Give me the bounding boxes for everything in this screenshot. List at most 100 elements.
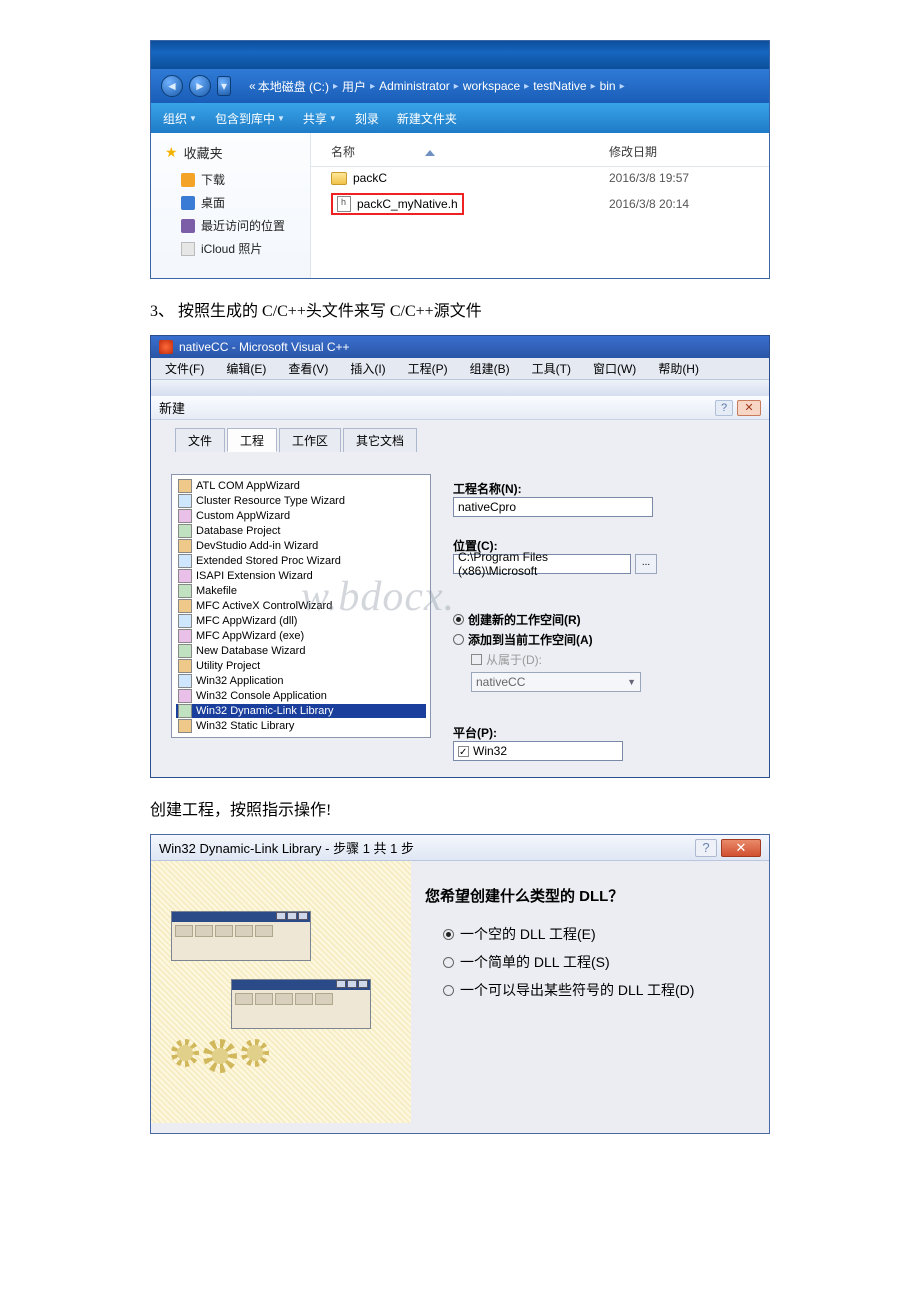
radio-icon xyxy=(443,929,454,940)
close-icon[interactable]: ✕ xyxy=(721,839,761,857)
gear-icon xyxy=(203,1039,237,1073)
list-item-selected[interactable]: Win32 Dynamic-Link Library xyxy=(176,704,426,718)
list-item[interactable]: ISAPI Extension Wizard xyxy=(176,569,426,583)
vcpp-menubar[interactable]: 文件(F) 编辑(E) 查看(V) 插入(I) 工程(P) 组建(B) 工具(T… xyxy=(151,358,769,380)
help-icon[interactable]: ? xyxy=(715,400,733,416)
list-item[interactable]: Database Project xyxy=(176,524,426,538)
radio-empty-dll[interactable]: 一个空的 DLL 工程(E) xyxy=(443,924,755,944)
explorer-titlebar xyxy=(151,41,769,69)
vcpp-toolbar xyxy=(151,380,769,396)
menu-edit[interactable]: 编辑(E) xyxy=(218,358,274,379)
nav-icloud[interactable]: iCloud 照片 xyxy=(165,237,302,260)
menu-window[interactable]: 窗口(W) xyxy=(585,358,644,379)
platform-list[interactable]: Win32 xyxy=(453,741,623,761)
list-item[interactable]: Win32 Console Application xyxy=(176,689,426,703)
wizard-icon xyxy=(178,494,192,508)
tab-file[interactable]: 文件 xyxy=(175,428,225,452)
wizard-icon xyxy=(178,689,192,703)
col-name-header: 名称 xyxy=(331,143,609,160)
list-item[interactable]: Win32 Static Library xyxy=(176,719,426,733)
instruction-3: 3、 按照生成的 C/C++头文件来写 C/C++源文件 xyxy=(150,297,770,321)
star-icon: ★ xyxy=(165,144,178,161)
mock-window-icon xyxy=(231,979,371,1029)
highlighted-file: packC_myNative.h xyxy=(331,193,464,215)
list-item[interactable]: Custom AppWizard xyxy=(176,509,426,523)
radio-icon xyxy=(453,634,464,645)
menu-file[interactable]: 文件(F) xyxy=(157,358,212,379)
dialog-tabs: 文件 工程 工作区 其它文档 xyxy=(175,428,755,452)
file-row[interactable]: packC_myNative.h 2016/3/8 20:14 xyxy=(311,189,769,219)
column-headers[interactable]: 名称 修改日期 xyxy=(311,139,769,167)
icloud-icon xyxy=(181,242,195,256)
recent-icon xyxy=(181,219,195,233)
list-item[interactable]: MFC ActiveX ControlWizard xyxy=(176,599,426,613)
organize-button[interactable]: 组织 ▼ xyxy=(163,110,197,127)
project-name-input[interactable]: nativeCpro xyxy=(453,497,653,517)
menu-project[interactable]: 工程(P) xyxy=(400,358,456,379)
history-dropdown[interactable]: ▾ xyxy=(217,76,231,96)
newfolder-button[interactable]: 新建文件夹 xyxy=(397,110,457,127)
location-input[interactable]: C:\Program Files (x86)\Microsoft xyxy=(453,554,631,574)
instruction-create: 创建工程，按照指示操作! xyxy=(150,796,770,820)
list-item[interactable]: New Database Wizard xyxy=(176,644,426,658)
menu-build[interactable]: 组建(B) xyxy=(462,358,518,379)
favorites-header[interactable]: ★ 收藏夹 xyxy=(165,143,302,162)
project-type-list[interactable]: ATL COM AppWizard Cluster Resource Type … xyxy=(171,474,431,738)
tab-project[interactable]: 工程 xyxy=(227,428,277,452)
list-item[interactable]: ATL COM AppWizard xyxy=(176,479,426,493)
radio-new-workspace[interactable]: 创建新的工作空间(R) xyxy=(453,611,753,628)
tab-other[interactable]: 其它文档 xyxy=(343,428,417,452)
wizard-question: 您希望创建什么类型的 DLL？ xyxy=(425,885,755,906)
dependency-combo[interactable]: nativeCC ▼ xyxy=(471,672,641,692)
menu-help[interactable]: 帮助(H) xyxy=(650,358,707,379)
nav-recent[interactable]: 最近访问的位置 xyxy=(165,214,302,237)
wizard-title: Win32 Dynamic-Link Library - 步骤 1 共 1 步 xyxy=(159,838,414,857)
tab-workspace[interactable]: 工作区 xyxy=(279,428,341,452)
wizard-illustration xyxy=(151,861,411,1123)
nav-desktop[interactable]: 桌面 xyxy=(165,191,302,214)
wizard-icon xyxy=(178,569,192,583)
menu-insert[interactable]: 插入(I) xyxy=(342,358,393,379)
wizard-icon xyxy=(178,674,192,688)
list-item[interactable]: Win32 Application xyxy=(176,674,426,688)
radio-simple-dll[interactable]: 一个简单的 DLL 工程(S) xyxy=(443,952,755,972)
burn-button[interactable]: 刻录 xyxy=(355,110,379,127)
check-dependency: 从属于(D): xyxy=(471,651,753,668)
browse-button[interactable]: ... xyxy=(635,554,657,574)
radio-export-dll[interactable]: 一个可以导出某些符号的 DLL 工程(D) xyxy=(443,980,755,1000)
gear-icon xyxy=(171,1039,199,1067)
forward-button[interactable]: ► xyxy=(189,75,211,97)
wizard-icon xyxy=(178,659,192,673)
help-icon[interactable]: ? xyxy=(695,839,717,857)
close-icon[interactable]: ✕ xyxy=(737,400,761,416)
sort-indicator-icon xyxy=(425,150,435,156)
list-item[interactable]: Extended Stored Proc Wizard xyxy=(176,554,426,568)
breadcrumb-prefix: « xyxy=(249,79,256,93)
desktop-icon xyxy=(181,196,195,210)
wizard-icon xyxy=(178,524,192,538)
list-item[interactable]: Cluster Resource Type Wizard xyxy=(176,494,426,508)
gear-icon xyxy=(241,1039,269,1067)
list-item[interactable]: MFC AppWizard (dll) xyxy=(176,614,426,628)
vcpp-app-icon xyxy=(159,340,173,354)
project-settings: 工程名称(N): nativeCpro 位置(C): C:\Program Fi… xyxy=(431,474,753,761)
list-item[interactable]: Utility Project xyxy=(176,659,426,673)
include-button[interactable]: 包含到库中 ▼ xyxy=(215,110,285,127)
vcpp-titlebar: nativeCC - Microsoft Visual C++ xyxy=(151,336,769,358)
radio-add-workspace[interactable]: 添加到当前工作空间(A) xyxy=(453,631,753,648)
menu-view[interactable]: 查看(V) xyxy=(280,358,336,379)
radio-icon xyxy=(443,985,454,996)
back-button[interactable]: ◄ xyxy=(161,75,183,97)
breadcrumb[interactable]: « 本地磁盘 (C:)▸ 用户▸ Administrator▸ workspac… xyxy=(249,78,627,95)
folder-icon xyxy=(331,172,347,185)
list-item[interactable]: DevStudio Add-in Wizard xyxy=(176,539,426,553)
list-item[interactable]: Makefile xyxy=(176,584,426,598)
chevron-down-icon: ▼ xyxy=(627,677,636,687)
wizard-icon xyxy=(178,614,192,628)
menu-tools[interactable]: 工具(T) xyxy=(524,358,579,379)
share-button[interactable]: 共享 ▼ xyxy=(303,110,337,127)
file-row[interactable]: packC 2016/3/8 19:57 xyxy=(311,167,769,189)
list-item[interactable]: MFC AppWizard (exe) xyxy=(176,629,426,643)
nav-downloads[interactable]: 下载 xyxy=(165,168,302,191)
vcpp-title: nativeCC - Microsoft Visual C++ xyxy=(179,340,350,354)
